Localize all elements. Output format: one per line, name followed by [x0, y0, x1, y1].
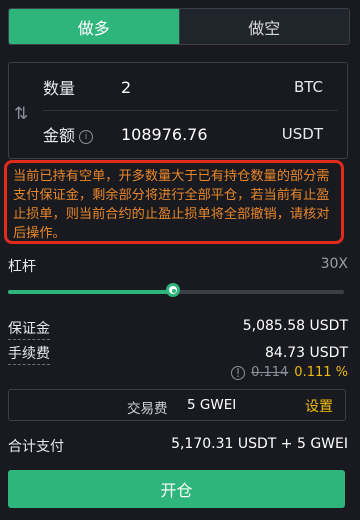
amount-label: 金额 — [43, 126, 76, 145]
margin-value: 5,085.58 USDT — [242, 318, 348, 334]
amount-unit: USDT — [281, 125, 323, 143]
gas-value: 5 GWEI — [187, 397, 237, 413]
quantity-label: 数量 — [43, 79, 76, 98]
gas-label: 交易费 — [127, 401, 168, 417]
leverage-slider[interactable] — [8, 283, 344, 297]
leverage-value: 30X — [320, 256, 348, 272]
fee-rate: ! 0.114 0.111 % — [227, 365, 348, 380]
quantity-unit: BTC — [293, 78, 323, 96]
fee-label: 手续费 — [8, 343, 50, 365]
tab-short[interactable]: 做空 — [178, 9, 349, 44]
quantity-row: 数量 2 BTC — [43, 72, 323, 102]
open-position-button[interactable]: 开仓 — [8, 470, 345, 508]
leverage-slider-thumb[interactable] — [165, 283, 180, 297]
side-tabs: 做多 做空 — [8, 8, 350, 45]
amount-row: 金额 i 108976.76 USDT — [43, 119, 323, 149]
swap-icon[interactable]: ⇅ — [14, 104, 28, 124]
quantity-input[interactable]: 2 — [121, 78, 294, 97]
fee-info-icon[interactable]: ! — [231, 365, 246, 380]
fee-old-rate: 0.114 — [251, 365, 289, 380]
info-icon[interactable]: i — [79, 129, 94, 144]
position-warning: 当前已持有空单，开多数量大于已有持仓数量的部分需支付保证金，剩余部分将进行全部平… — [4, 160, 344, 244]
leverage-label: 杠杆 — [8, 259, 36, 275]
fee-value: 84.73 USDT — [265, 345, 348, 361]
gas-box: 交易费 5 GWEI 设置 — [8, 389, 346, 421]
leverage-slider-fill — [8, 290, 173, 294]
amount-input[interactable]: 108976.76 — [121, 125, 282, 144]
tab-long[interactable]: 做多 — [9, 9, 179, 44]
total-value: 5,170.31 USDT + 5 GWEI — [171, 436, 348, 452]
amount-label-wrap: 金额 i — [43, 122, 121, 146]
form-divider — [43, 110, 338, 111]
margin-label: 保证金 — [8, 318, 50, 340]
gas-settings-link[interactable]: 设置 — [305, 396, 333, 416]
total-label: 合计支付 — [8, 439, 64, 455]
fee-new-rate: 0.111 % — [294, 365, 348, 380]
